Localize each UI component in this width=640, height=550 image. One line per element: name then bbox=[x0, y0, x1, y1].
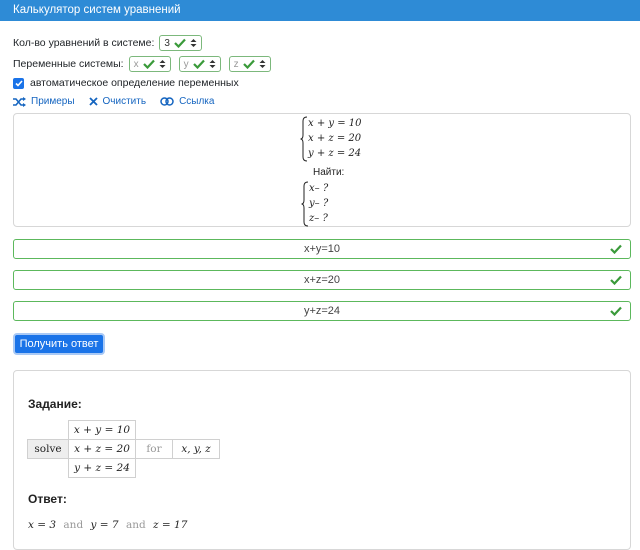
equation-input-value: x+y=10 bbox=[303, 243, 341, 255]
equation-count-row: Кол-во уравнений в системе: 3 bbox=[13, 35, 202, 51]
result-panel: Задание: x + y = 10 solve x + z = 20 for… bbox=[13, 370, 631, 550]
solve-cell: solve bbox=[27, 439, 69, 459]
brace-icon bbox=[301, 181, 309, 227]
result-equation: x + y = 10 bbox=[68, 420, 136, 440]
answer-and: and bbox=[63, 519, 84, 531]
variable-value: y bbox=[183, 58, 189, 70]
find-label: Найти: bbox=[313, 167, 345, 178]
clear-link[interactable]: Очистить bbox=[88, 96, 147, 107]
check-icon bbox=[142, 59, 155, 69]
app-title: Калькулятор систем уравнений bbox=[13, 4, 181, 16]
variable-select-x[interactable]: x bbox=[128, 56, 171, 72]
auto-detect-row[interactable]: автоматическое определение переменных bbox=[13, 77, 239, 89]
answer-line: x = 3 and y = 7 and z = 17 bbox=[28, 519, 187, 531]
chevron-updown-icon bbox=[159, 60, 166, 68]
clear-label: Очистить bbox=[102, 96, 147, 107]
for-cell: for bbox=[135, 439, 173, 459]
variable-select-z[interactable]: z bbox=[228, 56, 271, 72]
variable-select-y[interactable]: y bbox=[178, 56, 221, 72]
share-link[interactable]: Ссылка bbox=[160, 96, 214, 107]
valid-check-icon bbox=[610, 244, 622, 254]
checkmark-icon bbox=[14, 79, 23, 87]
equation-input-2[interactable]: x+z=20 bbox=[13, 270, 631, 290]
share-label: Ссылка bbox=[179, 96, 215, 107]
variable-value: x bbox=[133, 58, 139, 70]
equation-input-3[interactable]: y+z=24 bbox=[13, 301, 631, 321]
result-equation: x + z = 20 bbox=[68, 439, 136, 459]
auto-detect-label: автоматическое определение переменных bbox=[30, 77, 239, 89]
answer-y: y = 7 bbox=[90, 519, 119, 531]
equation-count-label: Кол-во уравнений в системе: bbox=[13, 37, 155, 49]
unknown-item: x– ? bbox=[309, 183, 329, 194]
equation-input-value: x+z=20 bbox=[303, 274, 341, 286]
examples-label: Примеры bbox=[31, 96, 75, 107]
check-icon bbox=[242, 59, 255, 69]
close-icon bbox=[88, 97, 98, 106]
unknown-item: y– ? bbox=[309, 198, 329, 209]
vars-cell: x, y, z bbox=[172, 439, 220, 459]
chevron-updown-icon bbox=[209, 60, 216, 68]
equation-count-select[interactable]: 3 bbox=[159, 35, 202, 51]
link-icon bbox=[160, 97, 174, 106]
actions-row: Примеры Очистить Ссылка bbox=[13, 96, 228, 107]
answer-heading: Ответ: bbox=[28, 492, 67, 506]
auto-detect-checkbox[interactable] bbox=[13, 77, 24, 89]
unknown-item: z– ? bbox=[309, 213, 328, 224]
check-icon bbox=[174, 38, 186, 48]
variable-value: z bbox=[233, 58, 239, 70]
examples-link[interactable]: Примеры bbox=[13, 96, 75, 107]
valid-check-icon bbox=[610, 306, 622, 316]
chevron-updown-icon bbox=[259, 60, 266, 68]
variables-label: Переменные системы: bbox=[13, 58, 124, 70]
chevron-updown-icon bbox=[190, 39, 197, 47]
equation-count-value: 3 bbox=[164, 37, 170, 49]
app-header: Калькулятор систем уравнений bbox=[0, 0, 640, 21]
preview-system: x + y = 10 x + z = 20 y + z = 24 bbox=[300, 116, 380, 162]
equation-input-value: y+z=24 bbox=[303, 305, 341, 317]
equation-input-1[interactable]: x+y=10 bbox=[13, 239, 631, 259]
preview-equation: y + z = 24 bbox=[308, 148, 362, 159]
answer-and: and bbox=[125, 519, 146, 531]
check-icon bbox=[192, 59, 205, 69]
preview-equation: x + y = 10 bbox=[308, 118, 362, 129]
result-equation: y + z = 24 bbox=[68, 458, 136, 478]
preview-unknowns: x– ? y– ? z– ? bbox=[301, 181, 351, 227]
task-heading: Задание: bbox=[28, 397, 82, 411]
variables-row: Переменные системы: x y z bbox=[13, 56, 271, 72]
answer-x: x = 3 bbox=[28, 519, 57, 531]
get-answer-button[interactable]: Получить ответ bbox=[13, 333, 105, 355]
brace-icon bbox=[300, 116, 308, 162]
valid-check-icon bbox=[610, 275, 622, 285]
answer-z: z = 17 bbox=[153, 519, 188, 531]
system-preview: x + y = 10 x + z = 20 y + z = 24 Найти: … bbox=[13, 113, 631, 227]
shuffle-icon bbox=[13, 96, 26, 107]
preview-equation: x + z = 20 bbox=[308, 133, 362, 144]
